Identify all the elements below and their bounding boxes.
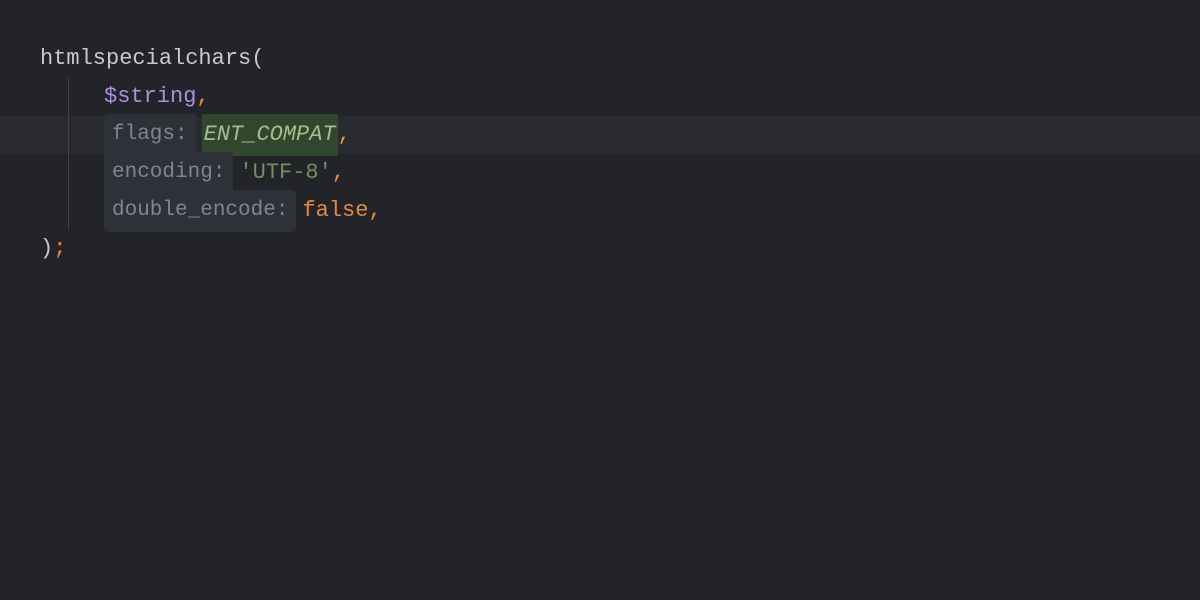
comma-token: , (368, 192, 381, 230)
constant-token: ENT_COMPAT (202, 114, 338, 156)
code-line[interactable]: htmlspecialchars( (40, 40, 1200, 78)
code-line[interactable]: ); (40, 230, 1200, 268)
code-line[interactable]: flags:ENT_COMPAT, (40, 116, 1200, 154)
close-paren: ) (40, 230, 53, 268)
semicolon-token: ; (53, 230, 66, 268)
code-line[interactable]: encoding:'UTF-8', (40, 154, 1200, 192)
open-paren: ( (251, 40, 264, 78)
parameter-hint: double_encode: (104, 190, 296, 232)
variable-token: $string (104, 78, 196, 116)
comma-token: , (332, 154, 345, 192)
boolean-token: false (302, 192, 368, 230)
parameter-hint: flags: (104, 114, 196, 156)
code-editor[interactable]: htmlspecialchars( $string, flags:ENT_COM… (0, 0, 1200, 268)
function-name: htmlspecialchars (40, 40, 251, 78)
parameter-hint: encoding: (104, 152, 233, 194)
code-line[interactable]: $string, (40, 78, 1200, 116)
comma-token: , (338, 116, 351, 154)
string-token: 'UTF-8' (239, 154, 331, 192)
code-line[interactable]: double_encode:false, (40, 192, 1200, 230)
comma-token: , (196, 78, 209, 116)
